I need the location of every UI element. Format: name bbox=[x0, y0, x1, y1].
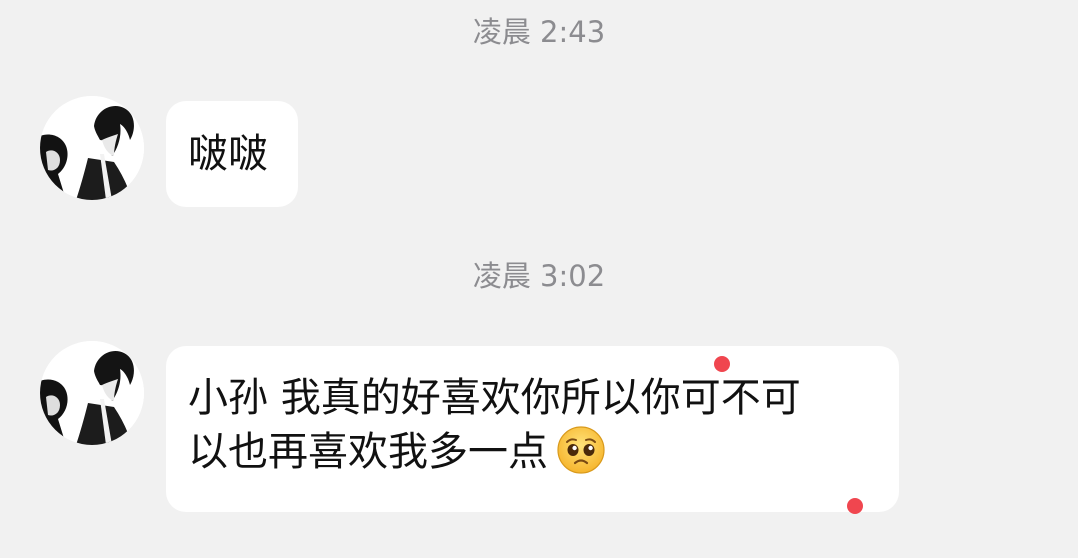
marker-dot bbox=[714, 356, 730, 372]
avatar-portrait-icon bbox=[40, 96, 144, 200]
message-bubble[interactable]: 小孙 我真的好喜欢你所以你可不可 以也再喜欢我多一点 bbox=[166, 346, 899, 512]
message-text-line: 小孙 我真的好喜欢你所以你可不可 bbox=[188, 375, 801, 421]
chat-screen: 凌晨 2:43 啵啵 凌晨 3:02 小孙 我真的好喜欢你所以你可不可 以也再喜… bbox=[0, 0, 1078, 558]
message-timestamp: 凌晨 2:43 bbox=[472, 15, 606, 49]
avatar-portrait-icon bbox=[40, 341, 144, 445]
message-bubble[interactable]: 啵啵 bbox=[166, 101, 298, 207]
avatar[interactable] bbox=[40, 96, 144, 200]
message-text: 啵啵 bbox=[188, 131, 268, 177]
marker-dot bbox=[847, 498, 863, 514]
message-text: 以也再喜欢我多一点 bbox=[188, 429, 548, 475]
pleading-face-icon bbox=[556, 425, 606, 475]
message-text-line: 以也再喜欢我多一点 bbox=[188, 425, 879, 479]
avatar[interactable] bbox=[40, 341, 144, 445]
message-timestamp: 凌晨 3:02 bbox=[472, 259, 606, 293]
